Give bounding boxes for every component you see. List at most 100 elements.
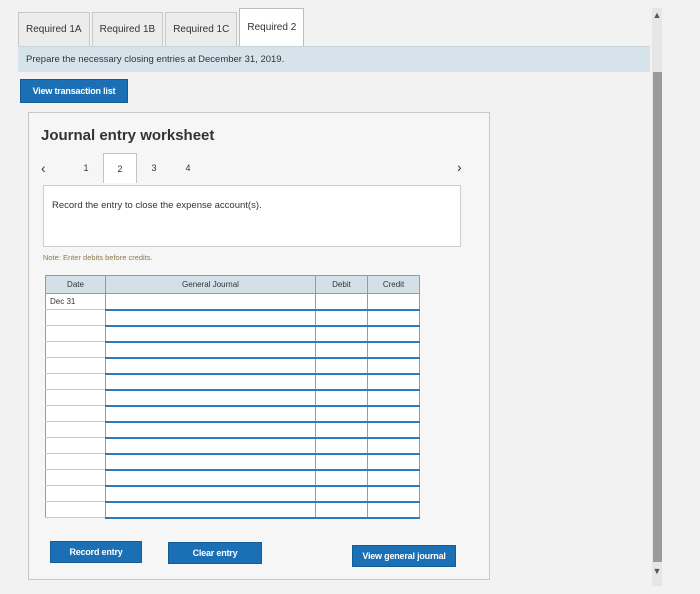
tab-bar: Required 1A Required 1B Required 1C Requ… [18,8,306,46]
date-cell[interactable] [45,501,106,518]
journal-header-row: Date General Journal Debit Credit [45,275,420,294]
account-input[interactable] [105,405,316,423]
table-row [45,309,420,327]
debit-input[interactable] [315,325,368,343]
general-journal-header: General Journal [105,275,316,294]
credit-input[interactable] [367,453,420,471]
account-input[interactable] [105,501,316,519]
page-3-button[interactable]: 3 [137,153,171,183]
debit-input[interactable] [315,485,368,503]
scroll-up-icon[interactable]: ▲ [652,10,662,24]
date-cell[interactable] [45,325,106,342]
account-input[interactable] [105,437,316,455]
journal-table: Date General Journal Debit Credit Dec 31 [45,275,420,519]
credit-input[interactable] [367,373,420,391]
account-input[interactable] [105,453,316,471]
table-row [45,373,420,391]
tab-required-1c[interactable]: Required 1C [165,12,238,46]
debit-input[interactable] [315,341,368,359]
date-cell[interactable] [45,405,106,422]
chevron-left-icon[interactable]: ‹ [41,160,69,176]
scroll-down-icon[interactable]: ▼ [652,566,662,580]
view-general-journal-button[interactable]: View general journal [352,545,456,567]
credit-header: Credit [367,275,420,294]
table-row [45,357,420,375]
table-row [45,501,420,519]
journal-body: Dec 31 [45,293,420,519]
table-row [45,341,420,359]
credit-input[interactable] [367,437,420,455]
date-cell[interactable] [45,357,106,374]
date-cell[interactable] [45,421,106,438]
debit-input[interactable] [315,405,368,423]
record-entry-button[interactable]: Record entry [50,541,142,563]
worksheet-title: Journal entry worksheet [41,127,215,144]
view-transaction-list-button[interactable]: View transaction list [20,79,128,103]
credit-input[interactable] [367,389,420,407]
date-cell[interactable] [45,373,106,390]
debit-input[interactable] [315,389,368,407]
debit-input[interactable] [315,357,368,375]
debit-input[interactable] [315,453,368,471]
instruction-text: Prepare the necessary closing entries at… [18,46,650,72]
account-input[interactable] [105,469,316,487]
date-cell[interactable] [45,437,106,454]
table-row [45,325,420,343]
tab-required-2[interactable]: Required 2 [239,8,305,46]
table-row [45,469,420,487]
chevron-right-icon[interactable]: › [457,159,462,175]
journal-entry-worksheet: Journal entry worksheet ‹ 1 2 3 4 › Reco… [28,112,490,580]
account-input[interactable] [105,357,316,375]
table-row [45,405,420,423]
account-input[interactable] [105,325,316,343]
scrollbar-thumb[interactable] [653,72,662,562]
account-input[interactable] [105,373,316,391]
page-2-button[interactable]: 2 [103,153,137,183]
table-row [45,421,420,439]
table-row: Dec 31 [45,293,420,311]
date-cell[interactable] [45,389,106,406]
debit-header: Debit [315,275,368,294]
date-cell[interactable] [45,453,106,470]
date-cell[interactable] [45,485,106,502]
account-input[interactable] [105,341,316,359]
credit-input[interactable] [367,293,420,311]
credit-input[interactable] [367,309,420,327]
credit-input[interactable] [367,405,420,423]
credit-input[interactable] [367,357,420,375]
credit-input[interactable] [367,421,420,439]
account-input[interactable] [105,485,316,503]
date-cell[interactable] [45,469,106,486]
date-cell[interactable] [45,309,106,326]
entry-prompt: Record the entry to close the expense ac… [43,185,461,247]
debit-input[interactable] [315,309,368,327]
table-row [45,485,420,503]
credit-input[interactable] [367,501,420,519]
debit-input[interactable] [315,501,368,519]
worksheet-pager: ‹ 1 2 3 4 [41,153,205,183]
account-input[interactable] [105,421,316,439]
table-row [45,437,420,455]
table-row [45,453,420,471]
page-4-button[interactable]: 4 [171,153,205,183]
debit-input[interactable] [315,421,368,439]
debit-input[interactable] [315,293,368,311]
table-row [45,389,420,407]
tab-required-1b[interactable]: Required 1B [91,12,164,46]
credit-input[interactable] [367,341,420,359]
account-input[interactable] [105,389,316,407]
account-input[interactable] [105,293,316,311]
credit-input[interactable] [367,485,420,503]
credit-input[interactable] [367,325,420,343]
page-1-button[interactable]: 1 [69,153,103,183]
debit-input[interactable] [315,373,368,391]
tab-required-1a[interactable]: Required 1A [18,12,90,46]
credit-input[interactable] [367,469,420,487]
debit-input[interactable] [315,469,368,487]
date-header: Date [45,275,106,294]
date-cell[interactable] [45,341,106,358]
debit-input[interactable] [315,437,368,455]
date-cell[interactable]: Dec 31 [45,293,106,310]
account-input[interactable] [105,309,316,327]
clear-entry-button[interactable]: Clear entry [168,542,262,564]
